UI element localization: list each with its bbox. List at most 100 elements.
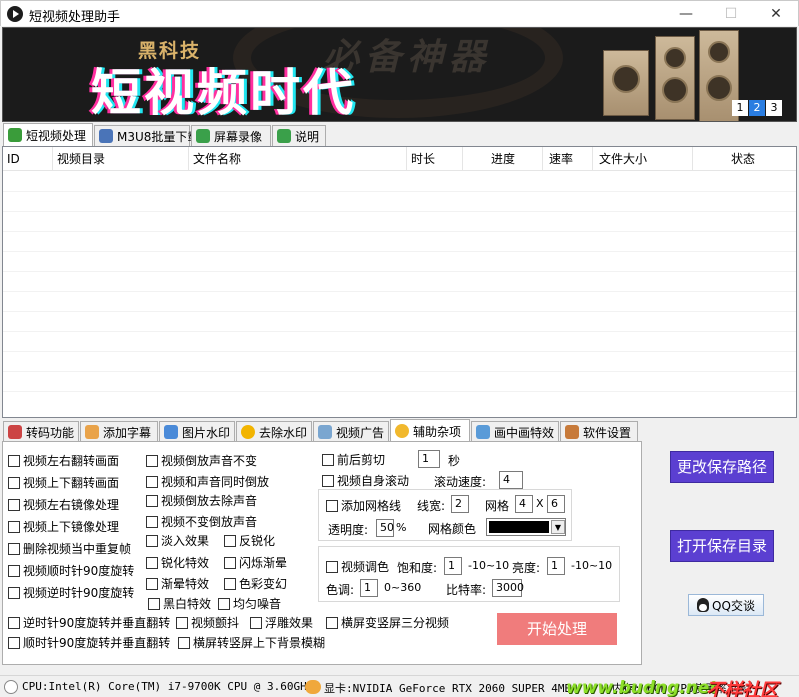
uniform-noise-checkbox[interactable]: 均匀噪音	[218, 595, 281, 612]
tab-misc[interactable]: 辅助杂项	[390, 419, 470, 442]
grayscale-checkbox[interactable]: 黑白特效	[148, 595, 211, 612]
fade-in-checkbox[interactable]: 淡入效果	[146, 532, 209, 549]
unsharp-checkbox[interactable]: 反锐化	[224, 532, 275, 549]
tab-m3u8-download[interactable]: M3U8批量下载	[94, 125, 199, 146]
color-grade-checkbox[interactable]: 视频调色	[326, 558, 389, 575]
mirror-vertical-checkbox[interactable]: 视频上下镜像处理	[8, 518, 119, 535]
column-directory[interactable]: 视频目录	[53, 147, 189, 171]
color-shift-checkbox[interactable]: 色彩变幻	[224, 575, 287, 592]
checkbox-box[interactable]	[250, 616, 262, 629]
checkbox-box[interactable]	[224, 577, 236, 590]
emboss-checkbox[interactable]: 浮雕效果	[250, 614, 313, 631]
grid-color-select[interactable]: ▼	[486, 518, 566, 536]
trim-checkbox[interactable]: 前后剪切	[322, 451, 385, 468]
checkbox-box[interactable]	[146, 556, 158, 569]
minimize-button[interactable]: —	[671, 4, 701, 24]
checkbox-box[interactable]	[146, 454, 158, 467]
checkbox-box[interactable]	[176, 616, 188, 629]
tab-pip[interactable]: 画中画特效	[471, 421, 559, 442]
column-status[interactable]: 状态	[693, 147, 796, 171]
self-scroll-checkbox[interactable]: 视频自身滚动	[322, 472, 409, 489]
checkbox-box[interactable]	[326, 560, 338, 573]
shake-checkbox[interactable]: 视频颤抖	[176, 614, 239, 631]
checkbox-box[interactable]	[8, 586, 20, 599]
cw90-vflip-checkbox[interactable]: 顺时针90度旋转并垂直翻转	[8, 634, 170, 651]
checkbox-box[interactable]	[8, 564, 20, 577]
banner-page-3[interactable]: 3	[766, 100, 782, 116]
remove-duplicate-frames-checkbox[interactable]: 删除视频当中重复帧	[8, 540, 131, 557]
tab-short-video[interactable]: 短视频处理	[3, 123, 93, 146]
banner-page-2[interactable]: 2	[749, 100, 765, 116]
tab-help[interactable]: 说明	[272, 125, 326, 146]
checkbox-box[interactable]	[224, 556, 236, 569]
checkbox-box[interactable]	[322, 474, 334, 487]
checkbox-box[interactable]	[146, 577, 158, 590]
column-id[interactable]: ID	[3, 147, 53, 171]
checkbox-box[interactable]	[146, 475, 158, 488]
flip-vertical-checkbox[interactable]: 视频上下翻转画面	[8, 474, 119, 491]
reverse-keep-audio-checkbox[interactable]: 视频倒放声音不变	[146, 452, 257, 469]
line-width-input[interactable]: 2	[451, 495, 469, 513]
flicker-vignette-checkbox[interactable]: 闪烁渐晕	[224, 554, 287, 571]
flip-horizontal-checkbox[interactable]: 视频左右翻转画面	[8, 452, 119, 469]
checkbox-box[interactable]	[8, 454, 20, 467]
qq-chat-button[interactable]: QQ交谈	[688, 594, 764, 616]
checkbox-box[interactable]	[8, 616, 20, 629]
tab-video-ad[interactable]: 视频广告	[313, 421, 389, 442]
sharpen-checkbox[interactable]: 锐化特效	[146, 554, 209, 571]
scroll-speed-input[interactable]: 4	[499, 471, 523, 489]
checkbox-box[interactable]	[146, 494, 158, 507]
grid-cols-input[interactable]: 4	[515, 495, 533, 513]
maximize-button[interactable]: ☐	[716, 4, 746, 24]
tab-settings[interactable]: 软件设置	[560, 421, 638, 442]
saturation-input[interactable]: 1	[444, 557, 462, 575]
checkbox-box[interactable]	[148, 597, 160, 610]
portrait-blur-background-checkbox[interactable]: 横屏转竖屏上下背景模糊	[178, 634, 325, 651]
column-filesize[interactable]: 文件大小	[593, 147, 693, 171]
trim-seconds-input[interactable]: 1	[418, 450, 440, 468]
mirror-horizontal-checkbox[interactable]: 视频左右镜像处理	[8, 496, 119, 513]
close-button[interactable]: ✕	[761, 4, 791, 24]
column-duration[interactable]: 时长	[407, 147, 463, 171]
column-rate[interactable]: 速率	[543, 147, 593, 171]
checkbox-box[interactable]	[8, 476, 20, 489]
tab-transcode[interactable]: 转码功能	[3, 421, 79, 442]
hue-input[interactable]: 1	[360, 579, 378, 597]
banner-page-1[interactable]: 1	[732, 100, 748, 116]
tab-screen-record[interactable]: 屏幕录像	[191, 125, 271, 146]
checkbox-box[interactable]	[8, 520, 20, 533]
bitrate-input[interactable]: 3000	[492, 579, 524, 597]
checkbox-box[interactable]	[224, 534, 236, 547]
task-table[interactable]: ID 视频目录 文件名称 时长 进度 速率 文件大小 状态	[2, 146, 797, 418]
landscape-to-portrait-three-checkbox[interactable]: 横屏变竖屏三分视频	[326, 614, 449, 631]
opacity-input[interactable]: 50	[376, 519, 394, 537]
start-processing-button[interactable]: 开始处理	[497, 613, 617, 645]
tab-image-watermark[interactable]: 图片水印	[159, 421, 235, 442]
checkbox-box[interactable]	[8, 636, 20, 649]
checkbox-box[interactable]	[8, 542, 20, 555]
reverse-audio-only-checkbox[interactable]: 视频不变倒放声音	[146, 513, 257, 530]
column-progress[interactable]: 进度	[463, 147, 543, 171]
checkbox-box[interactable]	[8, 498, 20, 511]
reverse-remove-audio-checkbox[interactable]: 视频倒放去除声音	[146, 492, 257, 509]
chevron-down-icon[interactable]: ▼	[551, 520, 565, 534]
ccw90-vflip-checkbox[interactable]: 逆时针90度旋转并垂直翻转	[8, 614, 170, 631]
checkbox-box[interactable]	[146, 534, 158, 547]
checkbox-box[interactable]	[178, 636, 190, 649]
reverse-both-checkbox[interactable]: 视频和声音同时倒放	[146, 473, 269, 490]
add-grid-checkbox[interactable]: 添加网格线	[326, 497, 401, 514]
rotate-ccw90-checkbox[interactable]: 视频逆时针90度旋转	[8, 584, 134, 601]
rotate-cw90-checkbox[interactable]: 视频顺时针90度旋转	[8, 562, 134, 579]
open-save-dir-button[interactable]: 打开保存目录	[670, 530, 774, 562]
brightness-input[interactable]: 1	[547, 557, 565, 575]
checkbox-box[interactable]	[326, 499, 338, 512]
checkbox-box[interactable]	[326, 616, 338, 629]
column-filename[interactable]: 文件名称	[189, 147, 407, 171]
change-save-path-button[interactable]: 更改保存路径	[670, 451, 774, 483]
checkbox-box[interactable]	[218, 597, 230, 610]
checkbox-box[interactable]	[322, 453, 334, 466]
checkbox-box[interactable]	[146, 515, 158, 528]
tab-remove-watermark[interactable]: 去除水印	[236, 421, 312, 442]
vignette-checkbox[interactable]: 渐晕特效	[146, 575, 209, 592]
grid-rows-input[interactable]: 6	[547, 495, 565, 513]
